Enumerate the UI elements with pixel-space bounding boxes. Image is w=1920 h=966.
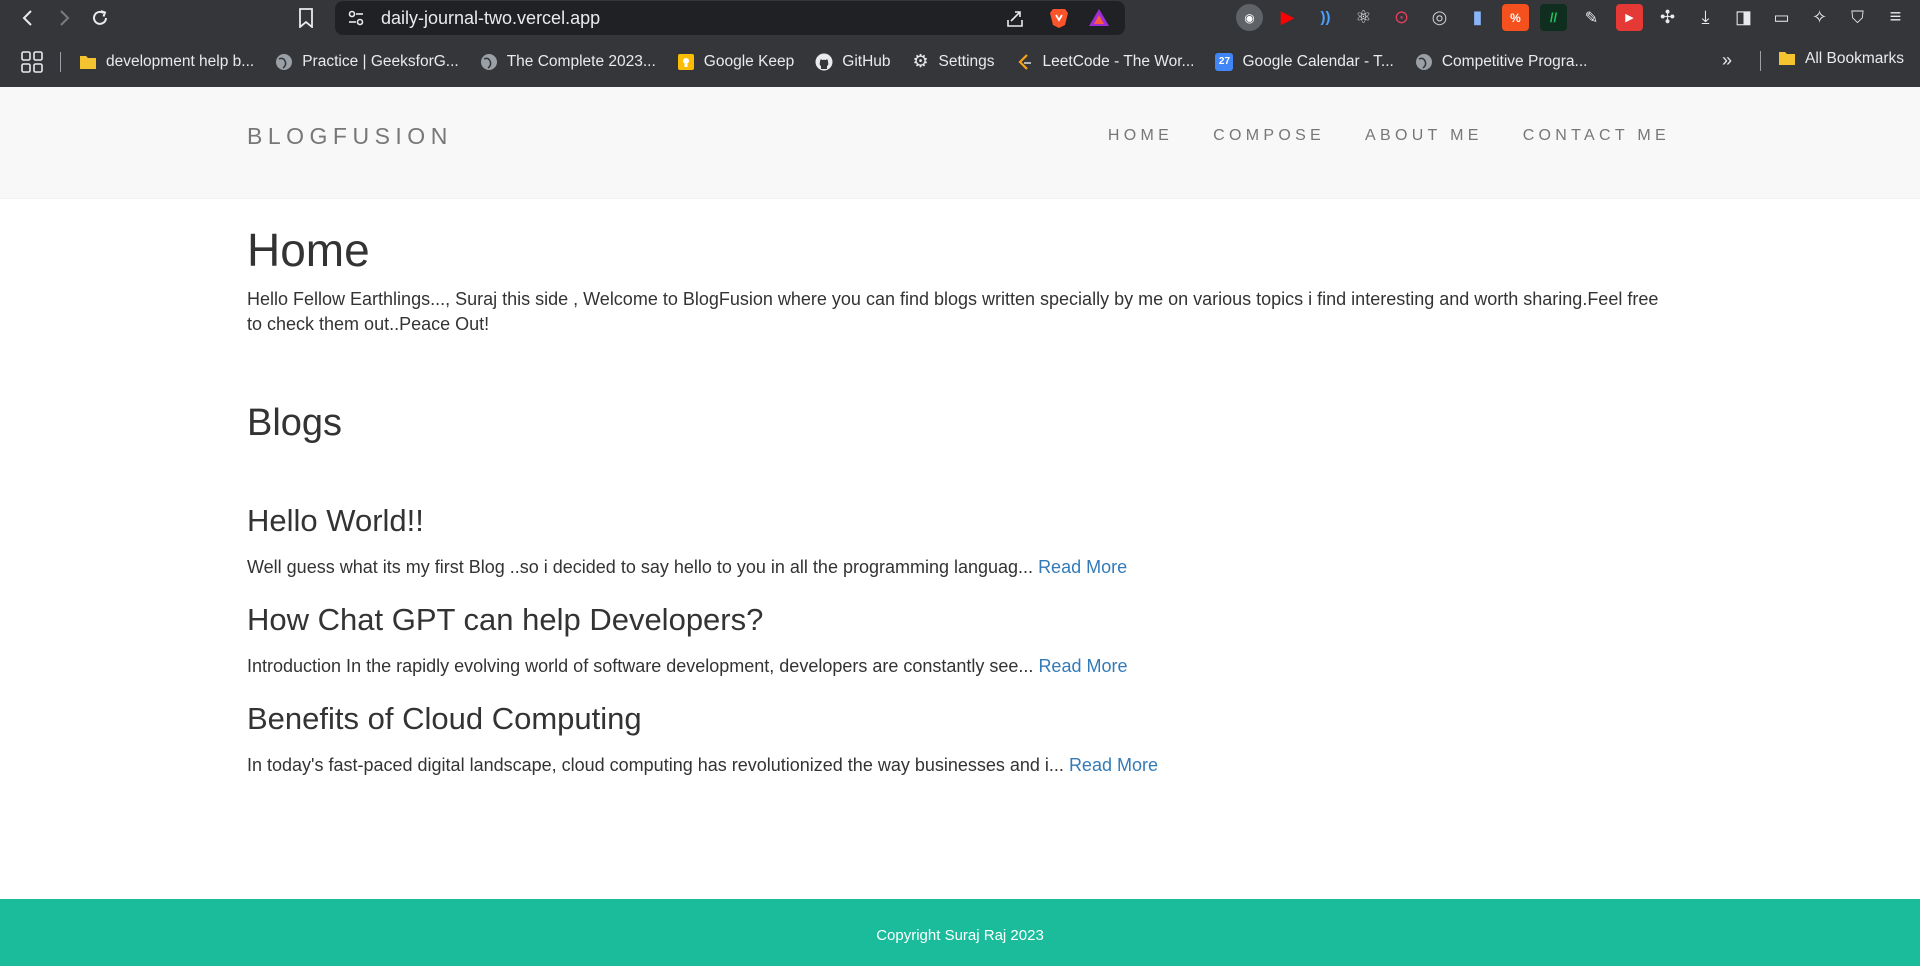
post-excerpt: In today's fast-paced digital landscape,…	[247, 753, 1687, 778]
color-picker-icon[interactable]: ✎	[1578, 4, 1605, 31]
blog-post: Hello World!! Well guess what its my fir…	[247, 503, 1687, 580]
folder-icon	[79, 53, 97, 71]
back-button[interactable]	[10, 0, 46, 36]
site-brand[interactable]: BLOGFUSION	[247, 123, 453, 150]
bookmark-page-button[interactable]	[292, 6, 320, 30]
owl-extension-icon[interactable]: ◉	[1236, 4, 1263, 31]
main-content: Home Hello Fellow Earthlings..., Suraj t…	[247, 199, 1687, 778]
site-info-icon[interactable]	[345, 7, 367, 29]
bookmark-label: Google Calendar - T...	[1242, 52, 1394, 70]
bookmark-label: development help b...	[106, 52, 255, 70]
bookmarks-separator	[1760, 51, 1761, 71]
bookmark-item[interactable]: ⚙ Settings	[912, 51, 995, 71]
download-icon[interactable]: ⤓	[1692, 4, 1719, 31]
apps-grid-icon[interactable]	[20, 50, 44, 74]
main-nav: HOME COMPOSE ABOUT ME CONTACT ME	[1108, 127, 1670, 145]
all-bookmarks-label: All Bookmarks	[1805, 50, 1905, 67]
bookmark-item[interactable]: Competitive Progra...	[1415, 52, 1588, 71]
reload-button[interactable]	[82, 0, 118, 36]
globe-icon	[480, 53, 498, 71]
bookmark-label: Practice | GeeksforG...	[302, 52, 459, 70]
blog-post: How Chat GPT can help Developers? Introd…	[247, 602, 1687, 679]
post-excerpt: Well guess what its my first Blog ..so i…	[247, 555, 1687, 580]
post-excerpt-text: In today's fast-paced digital landscape,…	[247, 755, 1069, 775]
bookmark-label: GitHub	[842, 52, 891, 70]
browser-chrome: daily-journal-two.vercel.app ◉ ▶ )) ⚛ ⊙ …	[0, 0, 1920, 87]
nav-contact-link[interactable]: CONTACT ME	[1523, 127, 1670, 145]
post-excerpt: Introduction In the rapidly evolving wor…	[247, 654, 1687, 679]
sidebar-icon[interactable]: ◨	[1730, 4, 1757, 31]
post-excerpt-text: Well guess what its my first Blog ..so i…	[247, 557, 1039, 577]
folder-icon	[1778, 50, 1796, 68]
blog-post: Benefits of Cloud Computing In today's f…	[247, 701, 1687, 778]
github-icon	[815, 53, 833, 71]
read-more-link[interactable]: Read More	[1038, 656, 1127, 676]
all-bookmarks-folder[interactable]: All Bookmarks	[1778, 50, 1904, 68]
video-speed-extension-icon[interactable]: ⊙	[1388, 4, 1415, 31]
read-aloud-extension-icon[interactable]: ))	[1312, 4, 1339, 31]
bookmark-label: LeetCode - The Wor...	[1042, 52, 1195, 70]
copyright-text: Copyright Suraj Raj 2023	[876, 927, 1044, 944]
leetcode-icon	[1016, 53, 1034, 71]
docs-extension-icon[interactable]: ▮	[1464, 4, 1491, 31]
brave-rewards-icon[interactable]	[1087, 6, 1111, 30]
bookmark-item[interactable]: development help b...	[79, 53, 254, 71]
url-text[interactable]: daily-journal-two.vercel.app	[381, 8, 600, 29]
intro-text: Hello Fellow Earthlings..., Suraj this s…	[247, 289, 1659, 334]
post-excerpt-text: Introduction In the rapidly evolving wor…	[247, 656, 1039, 676]
bookmark-label: Settings	[938, 52, 995, 70]
bookmark-label: Competitive Progra...	[1441, 52, 1588, 70]
brave-shields-icon[interactable]	[1047, 6, 1071, 30]
video-extension-icon[interactable]: ▶	[1616, 4, 1643, 31]
back-arrow-icon	[22, 10, 32, 26]
nav-compose-link[interactable]: COMPOSE	[1213, 127, 1325, 145]
bookmark-item[interactable]: 27 Google Calendar - T...	[1215, 52, 1394, 71]
page-title: Home	[247, 224, 370, 276]
forward-button[interactable]	[46, 0, 82, 36]
keep-icon	[677, 53, 695, 71]
wallet-icon[interactable]: ▭	[1768, 4, 1795, 31]
calendar-icon: 27	[1215, 52, 1234, 71]
read-more-link[interactable]: Read More	[1038, 557, 1127, 577]
bookmark-item[interactable]: The Complete 2023...	[480, 53, 656, 71]
site-navbar: BLOGFUSION HOME COMPOSE ABOUT ME CONTACT…	[0, 87, 1920, 199]
gear-icon: ⚙	[912, 51, 929, 71]
bookmark-item[interactable]: Google Keep	[677, 52, 795, 71]
bookmark-icon	[299, 8, 313, 28]
wakatime-extension-icon[interactable]: //	[1540, 4, 1567, 31]
target-extension-icon[interactable]: ◎	[1426, 4, 1453, 31]
formatter-extension-icon[interactable]: %	[1502, 4, 1529, 31]
bookmarks-bar: development help b... Practice | Geeksfo…	[0, 36, 1920, 87]
bookmark-item[interactable]: Practice | GeeksforG...	[275, 53, 459, 71]
read-more-link[interactable]: Read More	[1069, 755, 1158, 775]
post-title: Benefits of Cloud Computing	[247, 701, 642, 736]
globe-icon	[1415, 53, 1433, 71]
web-page: BLOGFUSION HOME COMPOSE ABOUT ME CONTACT…	[0, 87, 1920, 966]
nav-about-link[interactable]: ABOUT ME	[1365, 127, 1483, 145]
bookmark-item[interactable]: GitHub	[815, 52, 891, 71]
globe-icon	[275, 53, 293, 71]
bookmarks-separator	[60, 51, 61, 72]
reload-icon	[93, 10, 107, 25]
blogs-heading: Blogs	[247, 402, 343, 444]
extensions-bar: ◉ ▶ )) ⚛ ⊙ ◎ ▮ % // ✎ ▶ ✣ ⤓ ◨ ▭ ✧ ⛉ ≡	[1236, 4, 1909, 31]
nav-home-link[interactable]: HOME	[1108, 127, 1173, 145]
address-bar[interactable]: daily-journal-two.vercel.app	[335, 1, 1125, 35]
youtube-extension-icon[interactable]: ▶	[1274, 4, 1301, 31]
site-footer: Copyright Suraj Raj 2023	[0, 899, 1920, 966]
post-title: How Chat GPT can help Developers?	[247, 602, 764, 637]
vpn-icon[interactable]: ⛉	[1844, 4, 1871, 31]
browser-toolbar: daily-journal-two.vercel.app ◉ ▶ )) ⚛ ⊙ …	[0, 0, 1920, 36]
more-bookmarks-chevron-icon[interactable]: »	[1722, 50, 1732, 71]
bookmark-label: The Complete 2023...	[506, 52, 656, 70]
menu-icon[interactable]: ≡	[1882, 4, 1909, 31]
share-icon[interactable]	[1003, 7, 1027, 29]
extensions-puzzle-icon[interactable]: ✣	[1654, 4, 1681, 31]
react-devtools-icon[interactable]: ⚛	[1350, 4, 1377, 31]
bookmark-item[interactable]: LeetCode - The Wor...	[1016, 52, 1195, 71]
leo-ai-icon[interactable]: ✧	[1806, 4, 1833, 31]
post-title: Hello World!!	[247, 503, 424, 538]
forward-arrow-icon	[60, 10, 70, 26]
bookmark-label: Google Keep	[703, 52, 795, 70]
